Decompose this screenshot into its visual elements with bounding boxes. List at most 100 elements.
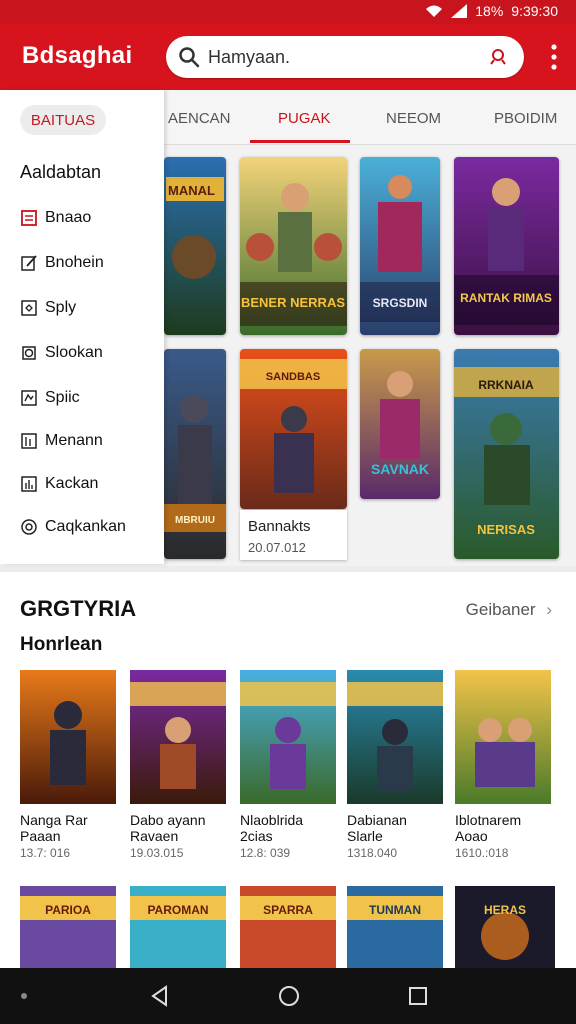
game-title[interactable]: Dabianan Slarle: [347, 812, 447, 844]
game-cover-card[interactable]: BENER NERRAS: [240, 157, 347, 335]
game-meta: 1318.040: [347, 846, 398, 860]
game-cover-card[interactable]: MANAL: [164, 157, 226, 335]
drawer-item-1[interactable]: Bnaao: [20, 205, 160, 231]
drawer-item-label: Spiic: [45, 389, 80, 406]
game-thumb[interactable]: [347, 670, 443, 804]
tab-pugak[interactable]: PUGAK: [278, 110, 331, 127]
back-icon[interactable]: [148, 984, 172, 1008]
tab-aencan[interactable]: AENCAN: [168, 110, 231, 127]
drawer-item-label: Menann: [45, 432, 103, 449]
cover-title: PARIOA: [45, 903, 91, 917]
section-title: GRGTYRIA: [20, 596, 137, 621]
drawer-item-8[interactable]: Caqkankan: [20, 514, 160, 540]
chart-icon: [21, 476, 37, 492]
signal-icon: [451, 4, 468, 18]
cover-title: MANAL: [168, 183, 215, 198]
game-cover-card[interactable]: RANTAK RIMAS: [454, 157, 559, 335]
game-thumb[interactable]: SPARRA: [240, 886, 336, 972]
target-icon: [22, 346, 36, 360]
cover-title: SRGSDIN: [373, 296, 428, 310]
app-bar: Bdsaghai Hamyaan.: [0, 24, 576, 90]
drawer-item-2[interactable]: Bnohein: [20, 250, 160, 276]
drawer-item-7[interactable]: Kackan: [20, 471, 160, 497]
cover-title: PAROMAN: [147, 903, 208, 917]
cover-title: HERAS: [484, 903, 526, 917]
drawer-item-label: Slookan: [45, 344, 103, 361]
drawer-item-label: Bnaao: [45, 209, 92, 226]
status-bar: 18% 9:39:30: [0, 0, 576, 24]
clock-text: 9:39:30: [511, 3, 558, 19]
game-title[interactable]: Nanga Rar Paaan: [20, 812, 120, 844]
category-section: GRGTYRIA Geibaner › Honrlean Nanga Rar Pa…: [0, 566, 576, 976]
search-bar[interactable]: Hamyaan.: [166, 36, 524, 78]
cover-title: NERISAS: [477, 522, 535, 537]
nav-dot-icon: [21, 993, 27, 999]
game-thumb[interactable]: [240, 670, 336, 804]
chevron-right-icon: ›: [546, 600, 552, 619]
game-thumb[interactable]: PARIOA: [20, 886, 116, 972]
game-meta: 1610.:018: [455, 846, 509, 860]
game-thumb[interactable]: TUNMAN: [347, 886, 443, 972]
edit-icon: [21, 255, 37, 271]
voice-search-icon[interactable]: [488, 47, 508, 67]
cover-title: SANDBAS: [266, 371, 320, 383]
category-tabs: AENCAN PUGAK NEEOM PBOIDIM: [164, 90, 576, 145]
game-thumb[interactable]: [455, 670, 551, 804]
featured-date: 20.07.012: [248, 540, 306, 555]
game-cover-card[interactable]: SAVNAK: [360, 349, 440, 499]
game-meta: 13.7: 016: [20, 846, 71, 860]
puzzle-icon: [21, 300, 37, 316]
game-title[interactable]: Iblotnarem Aoao: [455, 812, 555, 844]
game-cover-card[interactable]: SRGSDIN: [360, 157, 440, 335]
drawer-heading: Aaldabtan: [20, 162, 102, 182]
game-cover-card[interactable]: SANDBAS: [240, 349, 347, 509]
map-icon: [21, 390, 37, 406]
game-thumb[interactable]: PAROMAN: [130, 886, 226, 972]
recents-icon[interactable]: [406, 984, 430, 1008]
search-input[interactable]: Hamyaan.: [208, 47, 290, 68]
home-icon[interactable]: [277, 984, 301, 1008]
drawer-item-label: Kackan: [45, 475, 99, 492]
more-vert-icon[interactable]: [550, 42, 558, 72]
cover-title: RANTAK RIMAS: [460, 291, 552, 305]
game-meta: 19.03.015: [130, 846, 184, 860]
drawer-item-4[interactable]: Slookan: [20, 340, 160, 366]
section-subtitle: Honrlean: [20, 634, 103, 655]
drawer-item-label: Caqkankan: [45, 518, 126, 535]
game-title[interactable]: Dabo ayann Ravaen: [130, 812, 230, 844]
tab-neeom[interactable]: NEEOM: [386, 110, 441, 127]
active-tab-indicator: [250, 140, 350, 143]
battery-text: 18%: [475, 3, 504, 19]
wifi-icon: [426, 5, 443, 17]
drawer-item-6[interactable]: Menann: [20, 428, 160, 454]
drawer-item-5[interactable]: Spiic: [20, 385, 160, 411]
game-thumb[interactable]: [20, 670, 116, 804]
circle-icon: [21, 519, 37, 535]
tab-pboidim[interactable]: PBOIDIM: [494, 110, 557, 127]
cover-title: MBRUIU: [175, 515, 215, 526]
game-meta: 12.8: 039: [240, 846, 291, 860]
see-all-label: Geibaner: [465, 600, 536, 619]
nav-drawer: BAITUAS Aaldabtan Bnaao Bnohein Sply Slo…: [0, 90, 164, 564]
game-cover-card[interactable]: MBRUIU: [164, 349, 226, 559]
search-icon: [179, 47, 200, 68]
drawer-item-label: Sply: [45, 299, 77, 316]
featured-title: Bannakts: [248, 518, 311, 535]
cover-title: TUNMAN: [369, 903, 421, 917]
game-thumb[interactable]: [130, 670, 226, 804]
game-thumb[interactable]: HERAS: [455, 886, 555, 972]
game-title[interactable]: Nlaoblrida 2cias: [240, 812, 340, 844]
cover-title: SPARRA: [263, 903, 313, 917]
grid-icon: [21, 433, 37, 449]
system-nav-bar: [0, 968, 576, 1024]
cover-title-top: RRKNAIA: [478, 378, 534, 392]
drawer-chip[interactable]: BAITUAS: [20, 105, 106, 135]
featured-info[interactable]: Bannakts 20.07.012: [240, 510, 347, 560]
game-cover-card[interactable]: RRKNAIA NERISAS: [454, 349, 559, 559]
app-title: Bdsaghai: [22, 42, 133, 69]
square-icon: [21, 210, 37, 226]
cover-title: BENER NERRAS: [241, 295, 345, 310]
drawer-item-3[interactable]: Sply: [20, 295, 160, 321]
drawer-item-label: Bnohein: [45, 254, 104, 271]
see-all-link[interactable]: Geibaner ›: [466, 600, 552, 620]
